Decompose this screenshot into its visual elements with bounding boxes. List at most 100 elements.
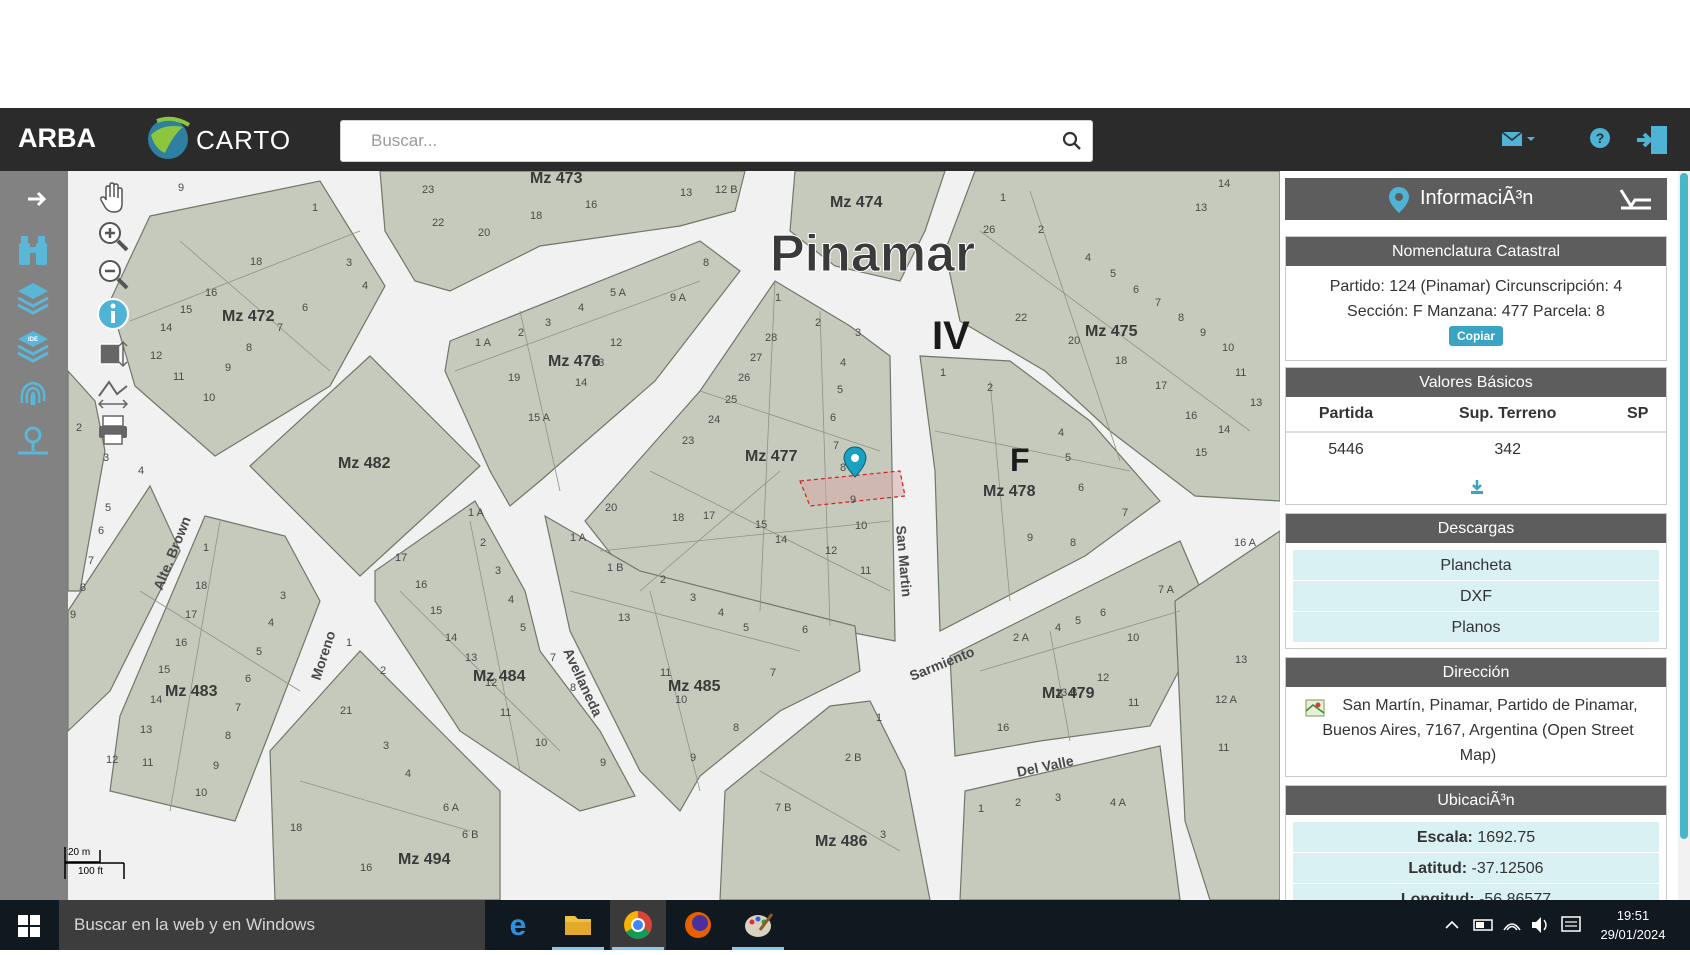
svg-text:16: 16 [360, 862, 372, 874]
search-icon[interactable] [1062, 131, 1082, 151]
firefox-app[interactable] [670, 900, 726, 950]
volume-icon [1532, 917, 1541, 933]
print-icon[interactable] [95, 412, 131, 448]
download-plancheta[interactable]: Plancheta [1293, 550, 1659, 581]
svg-text:7: 7 [1155, 297, 1161, 309]
binoculars-icon[interactable] [14, 233, 52, 269]
cadastral-map[interactable]: 23 22 20 18 16 13 12 B 9 1 18 16 15 14 12 11 10 9 8 7 6 3 4 … [0, 171, 1280, 900]
svg-text:5: 5 [743, 622, 749, 634]
chrome-app[interactable] [610, 900, 666, 950]
svg-text:11: 11 [500, 707, 511, 719]
carto-globe-icon [148, 116, 191, 159]
svg-text:4: 4 [578, 302, 584, 314]
taskbar-clock[interactable]: 19:51 29/01/2024 [1588, 906, 1678, 944]
svg-text:26: 26 [738, 372, 750, 384]
svg-text:10: 10 [1127, 632, 1139, 644]
svg-text:12 A: 12 A [1215, 694, 1238, 706]
svg-text:4: 4 [1055, 622, 1061, 634]
arba-logo[interactable]: ARBA [18, 123, 96, 154]
svg-text:19: 19 [508, 372, 520, 384]
paint-app[interactable] [730, 900, 786, 950]
nomenclatura-line-2: Sección: F Manzana: 477 Parcela: 8 [1347, 303, 1605, 320]
ubicacion-title: UbicaciÃ³n [1286, 786, 1666, 815]
mail-dropdown-icon[interactable] [1500, 128, 1540, 152]
block-label: Mz 475 [1085, 323, 1138, 340]
svg-text:11: 11 [1235, 367, 1246, 379]
svg-text:6: 6 [1100, 607, 1106, 619]
svg-text:16: 16 [175, 637, 187, 649]
help-icon[interactable]: ? [1589, 127, 1611, 149]
window-top-blank [0, 0, 1690, 108]
fingerprint-icon[interactable] [14, 375, 52, 411]
measure-tool-icon[interactable] [1617, 186, 1655, 212]
layers-icon[interactable] [14, 279, 52, 315]
panel-scroll-thumb[interactable] [1680, 173, 1688, 839]
panel-scrollbar[interactable] [1678, 171, 1690, 900]
svg-text:20: 20 [605, 502, 617, 514]
clock-time: 19:51 [1616, 908, 1650, 923]
svg-text:14: 14 [575, 377, 587, 389]
search-input[interactable] [371, 121, 1051, 161]
svg-text:13: 13 [140, 724, 152, 736]
svg-text:4: 4 [268, 617, 274, 629]
svg-text:3: 3 [1055, 792, 1061, 804]
expand-arrow-icon[interactable] [14, 181, 52, 217]
zoom-in-icon[interactable] [95, 218, 131, 254]
svg-text:15: 15 [755, 519, 767, 531]
svg-text:7: 7 [235, 702, 241, 714]
svg-text:5 A: 5 A [610, 287, 627, 299]
svg-text:3: 3 [880, 829, 886, 841]
windows-start-icon[interactable] [18, 915, 40, 937]
svg-text:?: ? [1596, 130, 1605, 146]
svg-text:2: 2 [660, 574, 666, 586]
svg-text:13: 13 [1250, 397, 1262, 409]
taskbar-search-box[interactable]: Buscar en la web y en Windows [59, 900, 485, 950]
ide-layers-icon[interactable]: IDE [14, 327, 52, 363]
search-box[interactable] [340, 120, 1093, 162]
svg-text:1: 1 [775, 292, 781, 304]
svg-text:7: 7 [770, 667, 776, 679]
svg-text:13: 13 [1235, 654, 1247, 666]
download-icon[interactable] [1468, 478, 1486, 496]
info-panel-header: InformaciÃ³n [1285, 178, 1667, 220]
section-label: F [1010, 442, 1030, 478]
cell-partida: 5446 [1328, 441, 1364, 458]
svg-text:2: 2 [76, 422, 82, 434]
svg-text:22: 22 [1015, 312, 1027, 324]
block-se [959, 745, 1181, 900]
pan-hand-icon[interactable] [95, 180, 131, 216]
info-icon[interactable] [95, 296, 131, 332]
svg-text:7: 7 [1122, 507, 1128, 519]
cell-sp [1609, 432, 1666, 463]
wifi-icon [1503, 923, 1521, 931]
carto-logo[interactable]: CARTO [196, 125, 291, 156]
svg-text:12: 12 [610, 337, 622, 349]
copy-button[interactable]: Copiar [1448, 326, 1503, 346]
svg-text:5: 5 [1110, 268, 1116, 280]
svg-text:17: 17 [185, 609, 197, 621]
map-tools [93, 178, 133, 458]
svg-text:1: 1 [312, 202, 318, 214]
zoom-out-icon[interactable] [95, 256, 131, 292]
file-explorer-app[interactable] [550, 900, 606, 950]
tray-icons [1445, 916, 1581, 933]
logout-icon[interactable] [1635, 122, 1671, 158]
svg-text:6: 6 [1078, 482, 1084, 494]
svg-text:8: 8 [246, 342, 252, 354]
download-dxf[interactable]: DXF [1293, 581, 1659, 612]
svg-text:15: 15 [158, 664, 170, 676]
svg-text:9: 9 [70, 609, 76, 621]
location-person-icon[interactable] [14, 423, 52, 459]
svg-text:14: 14 [445, 632, 457, 644]
edge-app[interactable]: e [490, 900, 546, 950]
svg-text:3: 3 [545, 317, 551, 329]
svg-text:7: 7 [550, 652, 556, 664]
download-planos[interactable]: Planos [1293, 612, 1659, 643]
direccion-card: Dirección San Martín, Pinamar, Partido d… [1285, 657, 1667, 777]
svg-text:4 A: 4 A [1110, 797, 1127, 809]
svg-text:11: 11 [173, 371, 184, 383]
svg-text:23: 23 [422, 184, 434, 196]
map-canvas[interactable]: 232220181613 12 B 9118161514121110987634 … [0, 171, 1280, 900]
measure-area-icon[interactable] [95, 336, 131, 372]
measure-distance-icon[interactable] [95, 374, 131, 410]
